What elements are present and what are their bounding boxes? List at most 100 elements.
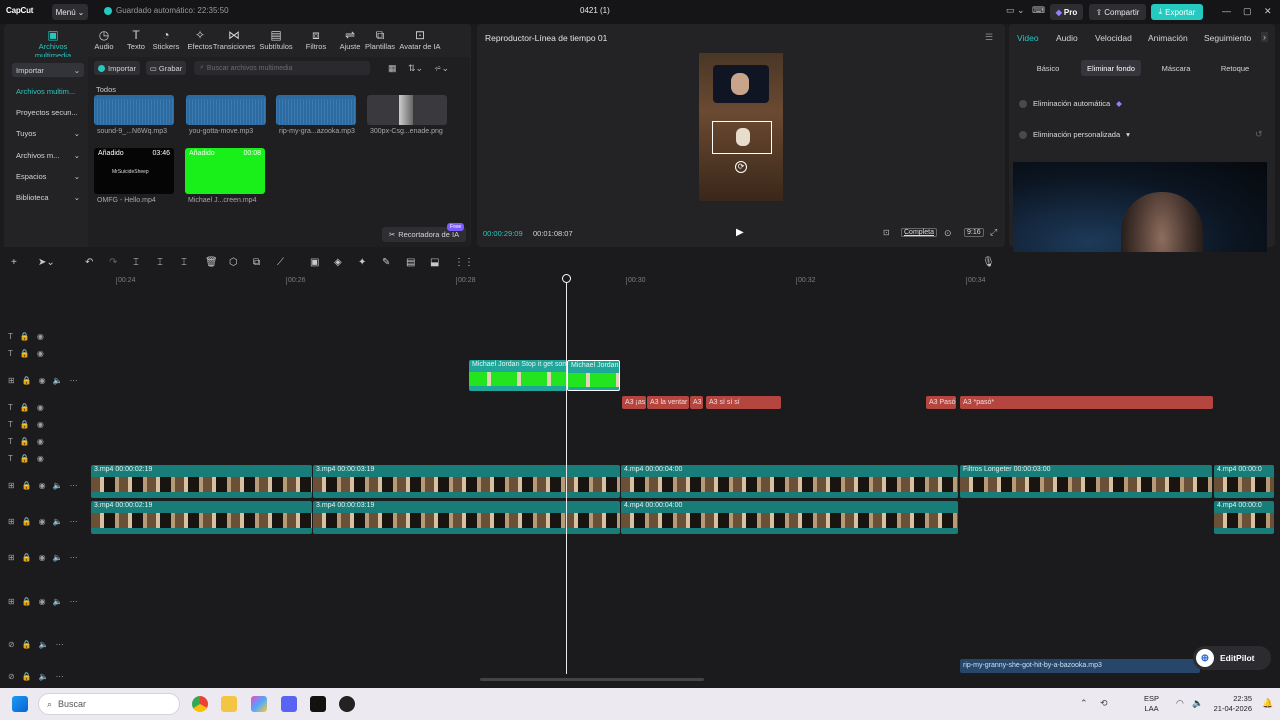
media-thumb[interactable] (186, 95, 266, 125)
share-button[interactable]: ⇪ Compartir (1089, 4, 1146, 20)
preview-canvas[interactable]: ⟳ (699, 53, 783, 201)
discord-icon[interactable] (281, 696, 297, 712)
video-clip[interactable]: 4.mp4 00:00:04:00 (621, 501, 958, 534)
lock-icon[interactable]: 🔒 (20, 420, 30, 429)
export-button[interactable]: ⤓ Exportar (1151, 4, 1203, 20)
green-screen-clip[interactable]: Michael Jordan Stop it get som (469, 360, 567, 391)
media-thumb[interactable] (94, 95, 174, 125)
video-clip[interactable]: 3.mp4 00:00:02:19 (91, 465, 312, 498)
eye-icon[interactable]: ◉ (37, 420, 44, 429)
mask-icon[interactable]: ⟋ (277, 257, 284, 268)
split-icon[interactable]: ⌶ (133, 257, 139, 268)
undo-icon[interactable]: ↶ (85, 257, 93, 268)
lock-icon[interactable]: 🔒 (20, 403, 30, 412)
rotate-icon[interactable]: ⟳ (735, 161, 747, 173)
more-icon[interactable]: ⋯ (70, 481, 78, 490)
copilot-icon[interactable] (251, 696, 267, 712)
eye-icon[interactable]: ◉ (37, 349, 44, 358)
tool-10[interactable]: ⊡ Avatar de IA (398, 28, 442, 51)
eye-icon[interactable]: ◉ (39, 553, 46, 562)
subtab-0[interactable]: Básico (1017, 60, 1079, 76)
lock-icon[interactable]: 🔒 (22, 553, 32, 562)
custom-removal-option[interactable]: Eliminación personalizada ▾ (1019, 130, 1130, 139)
mute-icon[interactable]: 🔈 (39, 640, 49, 649)
app-icon[interactable] (339, 696, 355, 712)
language-indicator[interactable]: ESP LAA (1144, 694, 1159, 714)
tab-2[interactable]: Velocidad (1095, 33, 1132, 43)
voice-clip[interactable]: A3 *pasó* (960, 396, 1213, 409)
eye-icon[interactable]: ◉ (39, 517, 46, 526)
minimize-icon[interactable]: — (1222, 6, 1231, 16)
tool-1[interactable]: ◷ Audio (86, 28, 122, 51)
more-icon[interactable]: ⋯ (56, 672, 64, 681)
eye-icon[interactable]: ◉ (37, 454, 44, 463)
grid-view-icon[interactable]: ▦ (388, 63, 397, 74)
mute-icon[interactable]: 🔈 (53, 376, 63, 385)
taskbar-search[interactable]: ⌕ Buscar (38, 693, 180, 715)
subtab-2[interactable]: Máscara (1147, 60, 1205, 76)
tool-7[interactable]: ⧈ Filtros (298, 28, 334, 51)
keyframe-icon[interactable]: ◈ (334, 257, 342, 268)
mute-icon[interactable]: 🔈 (53, 553, 63, 562)
lock-icon[interactable]: 🔒 (20, 349, 30, 358)
video-clip[interactable]: 4.mp4 00:00:0 (1214, 501, 1274, 534)
filter-icon[interactable]: ⩫⌄ (434, 63, 449, 74)
tab-0[interactable]: Video (1017, 33, 1039, 43)
more-icon[interactable]: ⋯ (70, 553, 78, 562)
video-clip[interactable]: 3.mp4 00:00:03:19 (313, 465, 620, 498)
export-frame-icon[interactable]: ⬓ (430, 257, 439, 268)
maximize-icon[interactable]: ▢ (1243, 6, 1252, 17)
green-screen-clip[interactable]: Michael Jordan (567, 360, 620, 391)
editpilot-button[interactable]: ⊕ EditPilot (1193, 646, 1271, 670)
select-tool-icon[interactable]: ➤⌄ (38, 257, 55, 268)
lock-icon[interactable]: 🔒 (22, 376, 32, 385)
add-track-icon[interactable]: + (11, 257, 17, 268)
tool-6[interactable]: ▤ Subtítulos (258, 28, 294, 51)
pro-button[interactable]: ◆ Pro (1050, 4, 1083, 20)
mute-icon[interactable]: 🔈 (53, 517, 63, 526)
volume-icon[interactable]: 🔈 (1192, 698, 1203, 709)
notification-icon[interactable]: 🔔 (1262, 698, 1273, 709)
lock-icon[interactable]: 🔒 (20, 437, 30, 446)
aspect-ratio-button[interactable]: 9:16 (964, 228, 984, 237)
more-icon[interactable]: ⋯ (70, 597, 78, 606)
playhead-handle[interactable] (562, 274, 571, 283)
chrome-icon[interactable] (192, 696, 208, 712)
eye-icon[interactable]: ◉ (37, 437, 44, 446)
tool-3[interactable]: ◔ Stickers (148, 28, 184, 51)
video-clip[interactable]: 4.mp4 00:00:0 (1214, 465, 1274, 498)
menu-button[interactable]: Menú ⌄ (52, 4, 88, 20)
capcut-taskbar-icon[interactable] (310, 696, 326, 712)
nav-item-5[interactable]: Espacios ⌄ (12, 169, 84, 183)
voice-clip[interactable]: A3 (690, 396, 703, 409)
video-clip[interactable]: 3.mp4 00:00:03:19 (313, 501, 620, 534)
lock-icon[interactable]: 🔒 (22, 672, 32, 681)
windows-start-icon[interactable] (12, 696, 28, 712)
lock-icon[interactable]: 🔒 (22, 481, 32, 490)
more-icon[interactable]: ⋯ (56, 640, 64, 649)
layout-icon[interactable]: ▭ ⌄ (1006, 5, 1025, 16)
wifi-icon[interactable]: ◠ (1176, 698, 1184, 709)
lock-icon[interactable]: 🔒 (22, 597, 32, 606)
play-icon[interactable]: ▶ (736, 227, 744, 238)
waveform-icon[interactable]: ⋮⋮ (454, 257, 474, 268)
more-icon[interactable]: ⋯ (70, 376, 78, 385)
eye-icon[interactable]: ◉ (39, 597, 46, 606)
eye-icon[interactable]: ◉ (39, 376, 46, 385)
nav-item-3[interactable]: Tuyos ⌄ (12, 126, 84, 140)
sync-icon[interactable]: ⟲ (1100, 698, 1108, 709)
mute-icon[interactable]: 🔈 (53, 597, 63, 606)
voice-clip[interactable]: A3 la ventar (647, 396, 689, 409)
video-clip[interactable]: Filtros Longeter 00:00:03:00 (960, 465, 1212, 498)
nav-item-4[interactable]: Archivos m... ⌄ (12, 148, 84, 162)
media-thumb[interactable]: Añadido 00:08 (185, 148, 265, 194)
close-icon[interactable]: ✕ (1264, 6, 1272, 17)
freeze-icon[interactable]: ▣ (310, 257, 319, 268)
music-clip[interactable]: rip-my-granny-she-got-hit-by-a-bazooka.m… (960, 659, 1200, 673)
playhead[interactable] (566, 278, 567, 674)
tool-0[interactable]: ▣ Archivos multimedia (20, 28, 86, 60)
video-clip[interactable]: 4.mp4 00:00:04:00 (621, 465, 958, 498)
media-thumb[interactable]: Añadido 03:46 MrSuicideSheep (94, 148, 174, 194)
fullscreen-icon[interactable]: ⤢ (990, 227, 997, 238)
auto-removal-option[interactable]: Eliminación automática ◆ (1019, 99, 1122, 108)
